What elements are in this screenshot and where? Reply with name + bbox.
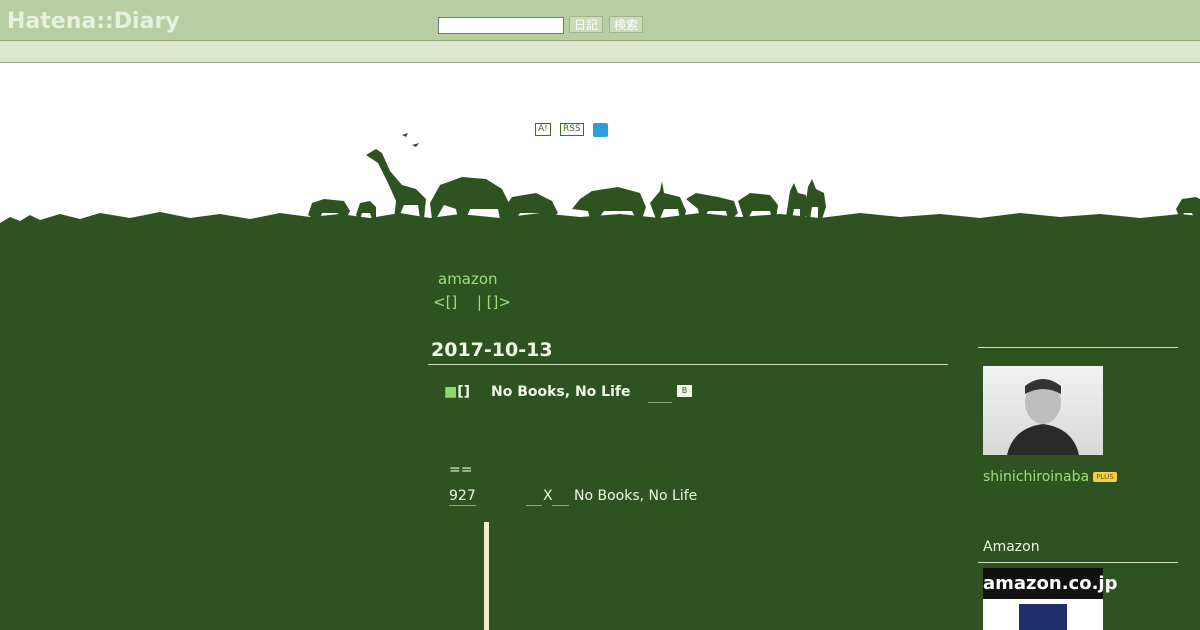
amazon-widget[interactable]: amazon.co.jp [983, 568, 1117, 630]
link-underline[interactable] [552, 505, 569, 506]
x-text: X [543, 488, 553, 504]
rss-icon[interactable]: RSS [560, 123, 584, 136]
pager: <[] | []> [433, 293, 511, 311]
search-button[interactable]: 検索 [609, 16, 644, 33]
twitter-icon[interactable] [593, 123, 608, 137]
amazon-logo[interactable]: amazon.co.jp [983, 568, 1117, 599]
username-link[interactable]: shinichiroinaba [983, 469, 1089, 485]
date-divider [428, 364, 948, 365]
diary-button[interactable]: 日記 [569, 16, 604, 33]
section-title: No Books, No Life [491, 384, 631, 400]
sidebar-divider [978, 347, 1178, 348]
amazon-heading: Amazon [983, 539, 1040, 555]
banner [0, 63, 1200, 233]
hatena-bookmark-icon[interactable]: B [677, 385, 692, 397]
search-input[interactable] [438, 17, 564, 34]
sidebar-divider [978, 562, 1178, 563]
top-bar: Hatena::Diary 日記 検索 [0, 0, 1200, 41]
amazon-link[interactable]: amazon [438, 270, 498, 288]
hatena-diary-logo[interactable]: Hatena::Diary [7, 9, 180, 34]
link-underline[interactable] [526, 505, 542, 506]
person-silhouette [1007, 379, 1079, 455]
section-anchor[interactable]: ■[] [444, 384, 470, 400]
count-text[interactable]: 927 [449, 488, 476, 504]
antenna-icon[interactable]: A! [535, 123, 551, 136]
equals-line: == [449, 462, 473, 478]
no-books-text: No Books, No Life [574, 488, 698, 504]
sub-bar [0, 41, 1200, 63]
count-underline [449, 505, 476, 506]
blockquote-bar [484, 522, 489, 630]
book-cover[interactable] [1019, 604, 1067, 630]
section-square-icon: ■ [444, 384, 458, 400]
section-bracket: [] [457, 384, 471, 400]
section-link-underline[interactable] [648, 402, 672, 403]
prev-link[interactable]: <[] [433, 293, 457, 311]
profile-photo[interactable] [983, 366, 1103, 455]
plus-badge: PLUS [1093, 472, 1117, 482]
savanna-silhouette [0, 133, 1200, 233]
entry-date[interactable]: 2017-10-13 [431, 339, 553, 361]
next-link[interactable]: | []> [477, 293, 511, 311]
